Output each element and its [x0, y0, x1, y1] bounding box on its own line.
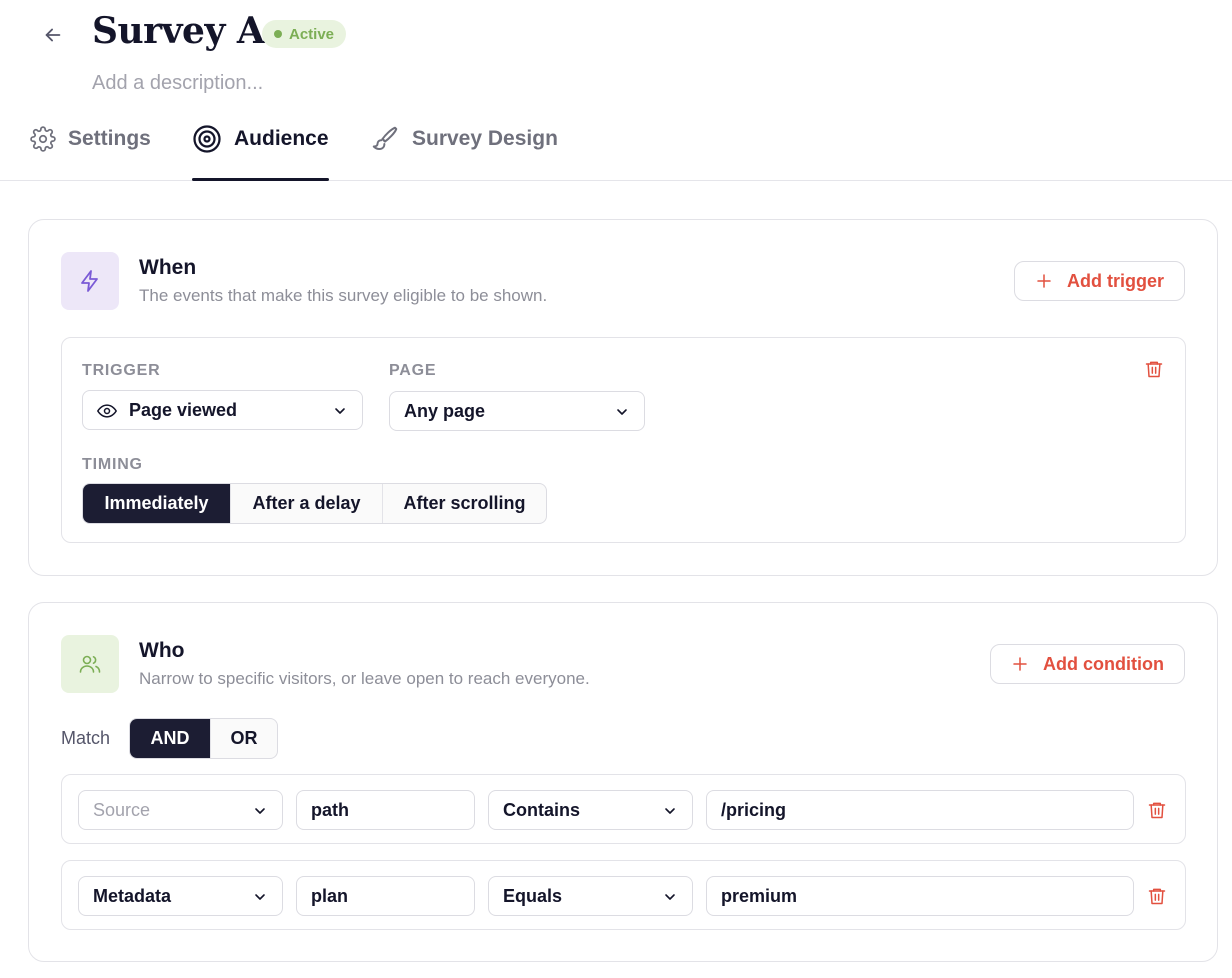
status-dot: [274, 30, 282, 38]
page-select[interactable]: Any page: [389, 391, 645, 431]
page-value: Any page: [404, 400, 486, 421]
status-label: Active: [289, 25, 335, 43]
condition-source-select[interactable]: Metadata: [78, 876, 283, 916]
trigger-value: Page viewed: [129, 399, 238, 420]
timing-label: TIMING: [82, 456, 143, 473]
match-segmented-control: AND OR: [129, 718, 278, 759]
when-card: When The events that make this survey el…: [28, 219, 1218, 576]
when-icon-tile: [61, 252, 119, 310]
description-field[interactable]: Add a description...: [92, 72, 263, 95]
trigger-select[interactable]: Page viewed: [82, 390, 363, 430]
timing-after-delay[interactable]: After a delay: [231, 484, 383, 523]
delete-condition-button[interactable]: [1146, 799, 1168, 821]
tab-survey-design[interactable]: Survey Design: [370, 112, 558, 181]
condition-field-input[interactable]: [296, 790, 475, 830]
timing-after-scrolling[interactable]: After scrolling: [383, 484, 546, 523]
tab-audience[interactable]: Audience: [192, 112, 329, 181]
add-trigger-button[interactable]: Add trigger: [1014, 261, 1185, 301]
tab-label: Survey Design: [412, 126, 558, 150]
back-button[interactable]: [38, 20, 68, 50]
chevron-down-icon: [255, 894, 265, 900]
chevron-down-icon: [617, 409, 627, 415]
arrow-left-icon: [45, 28, 61, 42]
timing-segmented-control: Immediately After a delay After scrollin…: [82, 483, 547, 524]
who-title: Who: [139, 639, 185, 662]
add-condition-button[interactable]: Add condition: [990, 644, 1185, 684]
who-card: Who Narrow to specific visitors, or leav…: [28, 602, 1218, 962]
tab-settings[interactable]: Settings: [30, 112, 151, 181]
condition-source-value: Metadata: [93, 885, 172, 906]
who-icon-tile: [61, 635, 119, 693]
chevron-down-icon: [335, 408, 345, 414]
condition-operator-value: Equals: [503, 885, 563, 906]
chevron-down-icon: [255, 808, 265, 814]
users-icon: [79, 655, 101, 673]
match-label: Match: [61, 728, 111, 748]
chevron-down-icon: [665, 808, 675, 814]
condition-field-input[interactable]: [296, 876, 475, 916]
plus-icon: [1037, 274, 1051, 288]
match-or[interactable]: OR: [211, 719, 277, 758]
timing-immediately[interactable]: Immediately: [83, 484, 231, 523]
when-subtitle: The events that make this survey eligibl…: [139, 286, 548, 305]
page-label: PAGE: [389, 362, 437, 379]
eye-icon: [96, 404, 118, 418]
target-icon: [193, 124, 221, 153]
when-title: When: [139, 256, 197, 279]
condition-operator-select[interactable]: Contains: [488, 790, 693, 830]
trash-icon: [1145, 361, 1163, 378]
tab-label: Audience: [234, 126, 329, 150]
condition-row: Source Contains: [61, 774, 1186, 844]
condition-row: Metadata Equals: [61, 860, 1186, 930]
add-trigger-label: Add trigger: [1067, 270, 1164, 291]
match-and[interactable]: AND: [130, 719, 211, 758]
status-badge: Active: [262, 20, 347, 48]
condition-operator-select[interactable]: Equals: [488, 876, 693, 916]
lightning-icon: [81, 270, 98, 292]
who-subtitle: Narrow to specific visitors, or leave op…: [139, 669, 590, 688]
condition-operator-value: Contains: [503, 799, 581, 820]
condition-source-select[interactable]: Source: [78, 790, 283, 830]
condition-source-value: Source: [93, 799, 151, 820]
chevron-down-icon: [665, 894, 675, 900]
tab-bar: Settings Audience Survey Design: [0, 112, 1232, 181]
brush-icon: [372, 126, 398, 150]
add-condition-label: Add condition: [1043, 653, 1164, 674]
condition-value-input[interactable]: [706, 876, 1134, 916]
trash-icon: [1148, 802, 1166, 819]
gear-icon: [30, 125, 56, 152]
plus-icon: [1013, 657, 1027, 671]
trigger-row: TRIGGER Page viewed PAGE Any page TIMING…: [61, 337, 1186, 543]
delete-condition-button[interactable]: [1146, 885, 1168, 907]
delete-trigger-button[interactable]: [1143, 358, 1165, 380]
page-title: Survey A: [92, 10, 265, 52]
tab-label: Settings: [68, 126, 151, 150]
trigger-label: TRIGGER: [82, 362, 161, 379]
condition-value-input[interactable]: [706, 790, 1134, 830]
trash-icon: [1148, 888, 1166, 905]
